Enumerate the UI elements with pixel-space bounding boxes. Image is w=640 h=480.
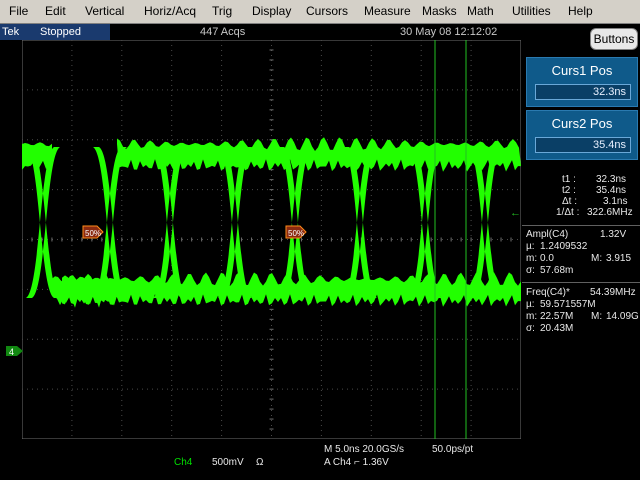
inverse-delta-t-label: 1/Δt : — [556, 207, 580, 218]
date-time: 30 May 08 12:12:02 — [400, 26, 498, 38]
acquisition-state: Stopped — [24, 24, 110, 40]
menu-file[interactable]: File — [9, 4, 28, 18]
t2-label: t2 : — [562, 185, 576, 196]
delta-t-value: 3.1ns — [603, 196, 628, 207]
cursor1-panel[interactable]: Curs1 Pos 32.3ns — [526, 57, 638, 107]
menu-edit[interactable]: Edit — [45, 4, 66, 18]
meas-ampl-name[interactable]: Ampl(C4) — [526, 229, 568, 240]
inverse-delta-t-value: 322.6MHz — [587, 207, 633, 218]
meas-ampl-max: 3.915 — [606, 253, 632, 264]
meas-ampl-min: 0.0 — [540, 253, 554, 264]
menu-help[interactable]: Help — [568, 4, 593, 18]
meas-ampl-value: 1.32V — [600, 229, 627, 240]
svg-text:50%: 50% — [85, 229, 101, 238]
meas-ampl-stdev: 57.68m — [540, 265, 574, 276]
menu-math[interactable]: Math — [467, 4, 494, 18]
menu-vertical[interactable]: Vertical — [85, 4, 124, 18]
svg-text:50%: 50% — [288, 229, 304, 238]
meas-freq-max-label: M: — [591, 311, 603, 322]
cursor2-position-field[interactable]: 35.4ns — [535, 137, 631, 153]
meas-ampl-min-label: m: — [526, 253, 538, 264]
trigger-settings[interactable]: A Ch4 ⌐ 1.36V — [324, 457, 389, 468]
menu-trig[interactable]: Trig — [212, 4, 232, 18]
cursor1-title: Curs1 Pos — [551, 63, 613, 78]
meas-freq-min-label: m: — [526, 311, 538, 322]
acquisition-count: 447 Acqs — [200, 26, 246, 38]
menu-horiz-acq[interactable]: Horiz/Acq — [144, 4, 196, 18]
menu-bar: File Edit Vertical Horiz/Acq Trig Displa… — [0, 0, 640, 24]
meas-freq-stdev-label: σ: — [526, 323, 535, 334]
coupling-omega-icon: Ω — [256, 457, 264, 468]
svg-text:4: 4 — [9, 347, 14, 357]
delta-t-label: Δt : — [562, 196, 578, 207]
buttons-button[interactable]: Buttons — [590, 28, 638, 50]
meas-freq-mean-label: µ: — [526, 299, 535, 310]
waveform-display[interactable]: 50% 50% — [22, 40, 521, 439]
cursor2-title: Curs2 Pos — [551, 116, 613, 131]
readout-divider — [522, 225, 640, 226]
vertical-scale[interactable]: 500mV — [212, 457, 244, 468]
cursor1-position-field[interactable]: 32.3ns — [535, 84, 631, 100]
menu-utilities[interactable]: Utilities — [512, 4, 551, 18]
menu-display[interactable]: Display — [252, 4, 291, 18]
menu-measure[interactable]: Measure — [364, 4, 411, 18]
meas-ampl-mean-label: µ: — [526, 241, 535, 252]
meas-ampl-stdev-label: σ: — [526, 265, 535, 276]
t1-label: t1 : — [562, 174, 576, 185]
cursor2-panel[interactable]: Curs2 Pos 35.4ns — [526, 110, 638, 160]
trigger-level-arrow-icon[interactable]: ← — [510, 207, 521, 219]
menu-masks[interactable]: Masks — [422, 4, 457, 18]
meas-freq-min: 22.57M — [540, 311, 574, 322]
meas-freq-name[interactable]: Freq(C4)* — [526, 287, 570, 298]
readout-divider — [522, 282, 640, 283]
meas-ampl-mean: 1.2409532 — [540, 241, 588, 252]
meas-freq-max: 14.09G — [606, 311, 639, 322]
channel-4-ground-marker-icon[interactable]: 4 — [6, 345, 24, 357]
horizontal-settings[interactable]: M 5.0ns 20.0GS/s — [324, 444, 404, 455]
horizontal-resolution: 50.0ps/pt — [432, 444, 474, 455]
t2-value: 35.4ns — [596, 185, 627, 196]
brand-label: Tek — [0, 24, 24, 40]
meas-freq-stdev: 20.43M — [540, 323, 574, 334]
t1-value: 32.3ns — [596, 174, 627, 185]
meas-ampl-max-label: M: — [591, 253, 603, 264]
menu-cursors[interactable]: Cursors — [306, 4, 348, 18]
channel-label[interactable]: Ch4 — [174, 457, 192, 468]
meas-freq-value: 54.39MHz — [590, 287, 636, 298]
meas-freq-mean: 59.571557M — [540, 299, 596, 310]
